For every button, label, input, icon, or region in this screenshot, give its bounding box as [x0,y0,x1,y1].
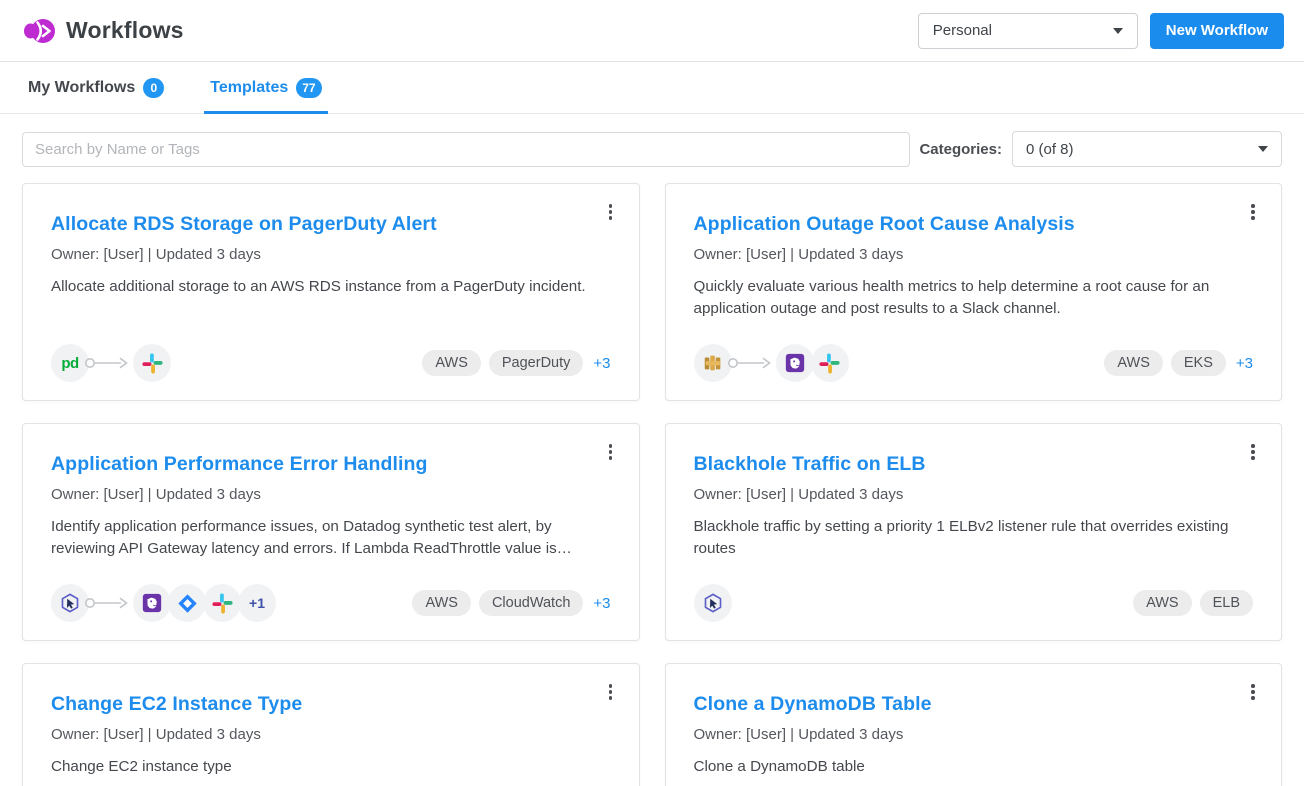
flow-arrow-icon [84,596,130,610]
card-menu-button[interactable] [1241,439,1265,465]
workflow-card[interactable]: Blackhole Traffic on ELB Owner: [User] |… [665,423,1283,641]
card-footer: AWS ELB [694,584,1254,622]
more-tags-badge: +3 [593,355,610,372]
card-footer: +1 AWS CloudWatch +3 [51,584,611,622]
card-menu-button[interactable] [599,199,623,225]
tab-my-workflows-label: My Workflows [28,79,135,97]
card-description: Blackhole traffic by setting a priority … [694,516,1254,560]
card-description: Identify application performance issues,… [51,516,611,560]
tag-pill: AWS [412,590,471,616]
categories-label: Categories: [919,141,1002,158]
card-title[interactable]: Application Performance Error Handling [51,453,611,476]
datadog-icon [776,344,814,382]
card-meta: Owner: [User] | Updated 3 days [51,726,611,743]
card-footer: AWS EKS +3 [694,344,1254,382]
card-tags: AWS EKS +3 [1104,350,1253,376]
card-menu-button[interactable] [1241,199,1265,225]
card-integrations: pd [51,344,171,382]
app-logo-icon [24,16,56,46]
tab-templates-count-badge: 77 [296,78,321,98]
card-tags: AWS PagerDuty +3 [422,350,610,376]
card-meta: Owner: [User] | Updated 3 days [694,486,1254,503]
card-title[interactable]: Blackhole Traffic on ELB [694,453,1254,476]
workflow-card[interactable]: Clone a DynamoDB Table Owner: [User] | U… [665,663,1283,786]
tag-pill: AWS [1133,590,1192,616]
slack-icon [811,344,849,382]
cards-grid: Allocate RDS Storage on PagerDuty Alert … [22,183,1282,786]
page-title: Workflows [66,17,184,44]
workspace-select-value: Personal [933,22,992,39]
card-tags: AWS ELB [1133,590,1253,616]
jira-icon [168,584,206,622]
more-tags-badge: +3 [593,595,610,612]
tag-pill: AWS [1104,350,1163,376]
tabs: My Workflows 0 Templates 77 [0,62,1304,114]
workflow-card[interactable]: Application Performance Error Handling O… [22,423,640,641]
card-integrations: +1 [51,584,276,622]
more-tags-badge: +3 [1236,355,1253,372]
card-integrations [694,344,849,382]
card-meta: Owner: [User] | Updated 3 days [694,246,1254,263]
card-menu-button[interactable] [1241,679,1265,705]
app-header: Workflows Personal New Workflow [0,0,1304,62]
card-title[interactable]: Allocate RDS Storage on PagerDuty Alert [51,213,611,236]
slack-icon [203,584,241,622]
card-title[interactable]: Clone a DynamoDB Table [694,693,1254,716]
workflow-card[interactable]: Application Outage Root Cause Analysis O… [665,183,1283,401]
categories-group: Categories: 0 (of 8) [919,131,1282,167]
flow-arrow-icon [84,356,130,370]
datadog-icon [133,584,171,622]
more-integrations-badge: +1 [238,584,276,622]
chevron-down-icon [1258,146,1268,152]
card-meta: Owner: [User] | Updated 3 days [51,486,611,503]
tag-pill: ELB [1200,590,1253,616]
search-input[interactable] [22,132,910,167]
card-menu-button[interactable] [599,439,623,465]
card-title[interactable]: Change EC2 Instance Type [51,693,611,716]
flow-arrow-icon [727,356,773,370]
card-integrations [694,584,732,622]
card-description: Clone a DynamoDB table [694,756,1254,778]
tab-my-workflows-count-badge: 0 [143,78,164,98]
tag-pill: CloudWatch [479,590,583,616]
card-description: Allocate additional storage to an AWS RD… [51,276,611,298]
tab-templates[interactable]: Templates 77 [204,62,327,114]
tag-pill: PagerDuty [489,350,584,376]
card-tags: AWS CloudWatch +3 [412,590,610,616]
tab-my-workflows[interactable]: My Workflows 0 [22,62,170,114]
cloudwatch-synthetics-icon [694,584,732,622]
slack-icon [133,344,171,382]
tag-pill: AWS [422,350,481,376]
card-menu-button[interactable] [599,679,623,705]
categories-select-value: 0 (of 8) [1026,141,1074,158]
card-description: Change EC2 instance type [51,756,611,778]
card-title[interactable]: Application Outage Root Cause Analysis [694,213,1254,236]
tab-templates-label: Templates [210,79,288,97]
card-meta: Owner: [User] | Updated 3 days [51,246,611,263]
workflow-card[interactable]: Change EC2 Instance Type Owner: [User] |… [22,663,640,786]
tag-pill: EKS [1171,350,1226,376]
chevron-down-icon [1113,28,1123,34]
workspace-select[interactable]: Personal [918,13,1138,49]
card-footer: pd AWS PagerDuty +3 [51,344,611,382]
workflow-card[interactable]: Allocate RDS Storage on PagerDuty Alert … [22,183,640,401]
card-meta: Owner: [User] | Updated 3 days [694,726,1254,743]
card-description: Quickly evaluate various health metrics … [694,276,1254,320]
new-workflow-button[interactable]: New Workflow [1150,13,1284,49]
filter-row: Categories: 0 (of 8) [22,131,1282,167]
categories-select[interactable]: 0 (of 8) [1012,131,1282,167]
